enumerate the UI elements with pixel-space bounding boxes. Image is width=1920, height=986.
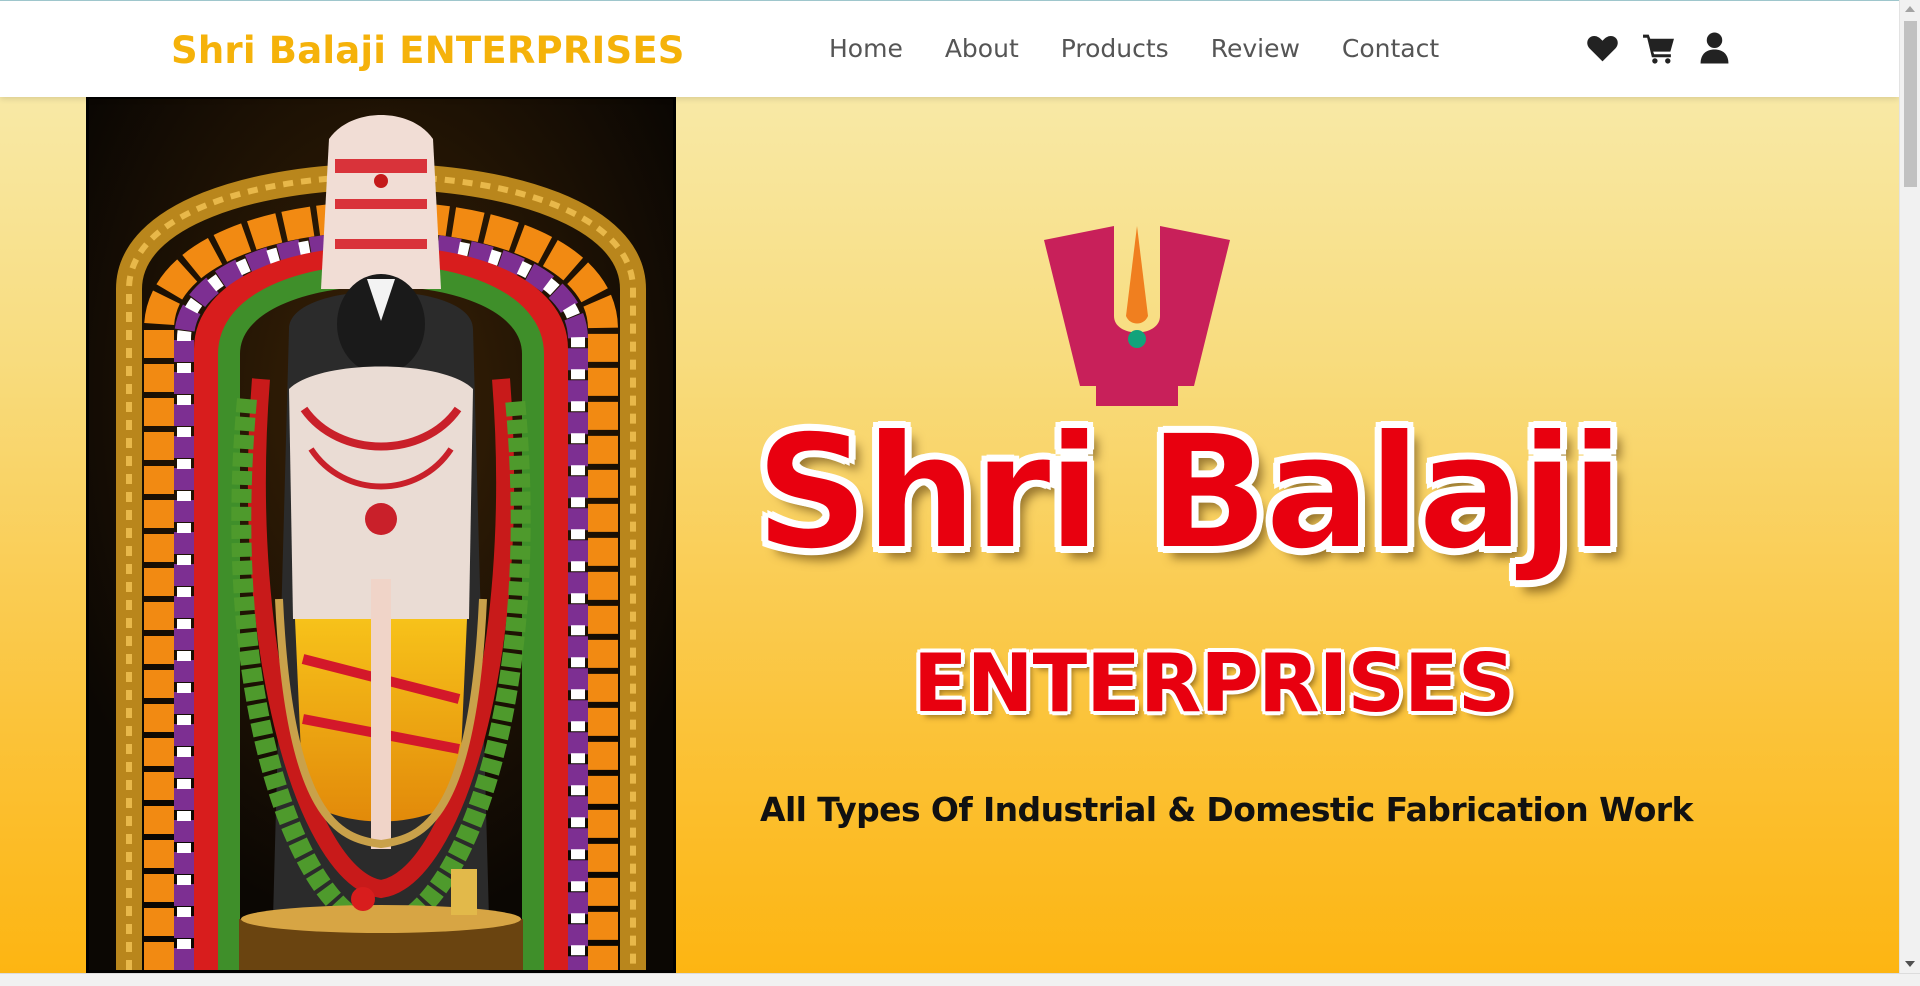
nav-link-contact[interactable]: Contact — [1342, 34, 1439, 63]
user-icon[interactable] — [1698, 31, 1731, 65]
scroll-down-arrow-icon[interactable] — [1905, 961, 1915, 967]
hero-title: Shri Balaji — [754, 401, 1626, 585]
nav-link-home[interactable]: Home — [829, 34, 903, 63]
horizontal-scrollbar[interactable] — [0, 973, 1920, 986]
brand-logo-text[interactable]: Shri Balaji ENTERPRISES — [171, 29, 685, 72]
hero-tagline: All Types Of Industrial & Domestic Fabri… — [760, 790, 1693, 829]
vertical-scrollbar[interactable] — [1899, 0, 1920, 973]
scrollbar-thumb[interactable] — [1904, 21, 1917, 187]
balaji-idol-image — [86, 96, 676, 973]
namam-logo-icon — [1044, 226, 1230, 406]
scroll-up-arrow-icon[interactable] — [1905, 6, 1915, 12]
header-icons — [1586, 31, 1731, 65]
hero-subtitle: ENTERPRISES — [913, 637, 1515, 730]
heart-icon[interactable] — [1586, 31, 1619, 65]
main-nav: Home About Products Review Contact — [829, 34, 1481, 63]
nav-link-about[interactable]: About — [945, 34, 1019, 63]
idol-illustration — [89, 99, 673, 970]
cart-icon[interactable] — [1642, 31, 1675, 65]
nav-link-products[interactable]: Products — [1061, 34, 1169, 63]
top-navbar: Shri Balaji ENTERPRISES Home About Produ… — [0, 0, 1899, 97]
nav-link-review[interactable]: Review — [1211, 34, 1300, 63]
page-viewport: Shri Balaji ENTERPRISES Home About Produ… — [0, 0, 1899, 985]
hero-banner: Shri Balaji ENTERPRISES All Types Of Ind… — [0, 96, 1899, 973]
